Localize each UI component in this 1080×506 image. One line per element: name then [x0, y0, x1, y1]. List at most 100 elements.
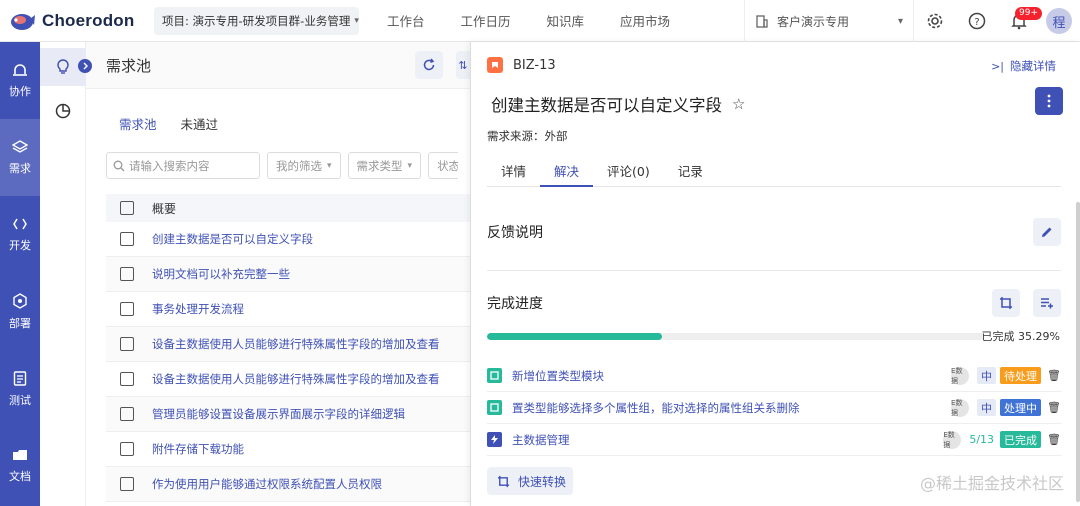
table-row[interactable]: 管理员能够设置设备展示界面展示字段的详细逻辑: [106, 397, 470, 432]
settings-button[interactable]: [914, 0, 956, 42]
filter-bar: 请输入搜索内容 我的筛选 ▾ 需求类型 ▾ 状态: [106, 152, 459, 179]
row-checkbox[interactable]: [120, 267, 134, 281]
linked-issue-title[interactable]: 新增位置类型模块: [512, 368, 604, 384]
header-more-button[interactable]: ⇅: [456, 51, 470, 79]
row-checkbox[interactable]: [120, 337, 134, 351]
row-summary[interactable]: 说明文档可以补充完整一些: [152, 266, 290, 282]
collapse-menu-button[interactable]: [78, 59, 92, 73]
story-icon: [487, 400, 502, 415]
analysis-menu[interactable]: [40, 92, 86, 130]
help-icon: ?: [968, 12, 986, 30]
project-select[interactable]: 项目: 演示专用-研发项目群-业务管理 ▾: [154, 6, 359, 35]
row-summary[interactable]: 创建主数据是否可以自定义字段: [152, 231, 313, 247]
brand-name: Choerodon: [42, 10, 135, 30]
crop-icon: [1000, 297, 1012, 309]
linked-issue-title[interactable]: 置类型能够选择多个属性组，能对选择的属性组关系删除: [512, 400, 800, 416]
delete-link-icon[interactable]: 🗑: [1047, 369, 1061, 382]
nav-knowledge[interactable]: 知识库: [529, 11, 603, 30]
brand[interactable]: Choerodon: [0, 7, 146, 35]
sidebar-item-collab[interactable]: 协作: [0, 42, 40, 119]
linked-issue-row[interactable]: 主数据管理 E数据 5/13 已完成 🗑: [487, 424, 1061, 456]
tab-pool[interactable]: 需求池: [119, 114, 157, 133]
quick-convert-button[interactable]: 快速转换: [487, 467, 573, 495]
sidebar-item-docs[interactable]: 文档: [0, 427, 40, 504]
hide-detail-button[interactable]: >| 隐藏详情: [991, 58, 1056, 74]
crop-button[interactable]: [992, 289, 1020, 317]
filter-my[interactable]: 我的筛选 ▾: [267, 152, 341, 179]
scrollbar[interactable]: [1076, 202, 1080, 502]
progress-count: 5/13: [969, 433, 995, 446]
gear-icon: [927, 13, 943, 29]
row-summary[interactable]: 设备主数据使用人员能够进行特殊属性字段的增加及查看: [152, 336, 440, 352]
table-row[interactable]: 附件存储下载功能: [106, 432, 470, 467]
assignee-avatar: E数据: [943, 430, 962, 449]
help-button[interactable]: ?: [956, 0, 998, 42]
test-icon: [13, 370, 27, 386]
table-row[interactable]: 创建主数据是否可以自定义字段: [106, 222, 470, 257]
row-checkbox[interactable]: [120, 407, 134, 421]
tab-rejected[interactable]: 未通过: [181, 114, 219, 133]
settings-icon: ⇅: [458, 58, 468, 72]
table-row[interactable]: 设备主数据使用人员能够进行特殊属性字段的增加及查看: [106, 362, 470, 397]
lightbulb-icon: [57, 59, 69, 74]
tab-comments[interactable]: 评论(0): [593, 150, 664, 187]
sidebar-item-requirements[interactable]: 需求: [0, 119, 40, 196]
linked-issue-title[interactable]: 主数据管理: [512, 432, 570, 448]
more-actions-button[interactable]: [1035, 87, 1063, 115]
linked-issue-meta: E数据 5/13 已完成 🗑: [943, 430, 1061, 449]
row-checkbox[interactable]: [120, 302, 134, 316]
row-summary[interactable]: 事务处理开发流程: [152, 301, 244, 317]
sidebar-item-label: 文档: [9, 469, 31, 483]
issue-summary-text[interactable]: 创建主数据是否可以自定义字段: [491, 92, 722, 116]
refresh-button[interactable]: [415, 51, 443, 79]
notification-badge: 99+: [1015, 7, 1042, 20]
edit-feedback-button[interactable]: [1033, 218, 1061, 246]
sidebar-item-deploy[interactable]: 部署: [0, 273, 40, 350]
search-input[interactable]: 请输入搜索内容: [106, 152, 260, 179]
row-summary[interactable]: 附件存储下载功能: [152, 441, 244, 457]
row-checkbox[interactable]: [120, 442, 134, 456]
chevron-right-icon: [83, 62, 88, 70]
linked-issue-row[interactable]: 置类型能够选择多个属性组，能对选择的属性组关系删除 E数据 中 处理中 🗑: [487, 392, 1061, 424]
table-row[interactable]: 说明文档可以补充完整一些: [106, 257, 470, 292]
table-row[interactable]: 设备主数据使用人员能够进行特殊属性字段的增加及查看: [106, 327, 470, 362]
filter-type[interactable]: 需求类型 ▾: [347, 152, 422, 179]
linked-issue-row[interactable]: 新增位置类型模块 E数据 中 待处理 🗑: [487, 360, 1061, 392]
assignee-avatar: E数据: [951, 366, 970, 385]
tab-detail[interactable]: 详情: [487, 150, 540, 187]
tab-resolve[interactable]: 解决: [540, 150, 594, 187]
row-summary[interactable]: 管理员能够设置设备展示界面展示字段的详细逻辑: [152, 406, 405, 422]
nav-workbench[interactable]: 工作台: [369, 11, 443, 30]
tab-history[interactable]: 记录: [664, 150, 717, 187]
filter-status[interactable]: 状态: [428, 152, 459, 179]
row-summary[interactable]: 作为使用用户能够通过权限系统配置人员权限: [152, 476, 382, 492]
requirement-table: 概要 创建主数据是否可以自定义字段 说明文档可以补充完整一些 事务处理开发流程 …: [106, 194, 470, 502]
row-checkbox[interactable]: [120, 372, 134, 386]
table-row[interactable]: 事务处理开发流程: [106, 292, 470, 327]
avatar[interactable]: 程: [1046, 8, 1072, 34]
sidebar-item-test[interactable]: 测试: [0, 350, 40, 427]
add-item-button[interactable]: [1033, 289, 1061, 317]
delete-link-icon[interactable]: 🗑: [1047, 433, 1061, 446]
nav-calendar[interactable]: 工作日历: [443, 11, 529, 30]
nav-market[interactable]: 应用市场: [602, 11, 688, 30]
table-row[interactable]: 作为使用用户能够通过权限系统配置人员权限: [106, 467, 470, 502]
sidebar-item-dev[interactable]: 开发: [0, 196, 40, 273]
row-checkbox[interactable]: [120, 477, 134, 491]
row-checkbox[interactable]: [120, 232, 134, 246]
row-summary[interactable]: 设备主数据使用人员能够进行特殊属性字段的增加及查看: [152, 371, 440, 387]
status-badge: 已完成: [1000, 431, 1042, 448]
top-bar: Choerodon 项目: 演示专用-研发项目群-业务管理 ▾ 工作台 工作日历…: [0, 0, 1080, 42]
select-all-checkbox[interactable]: [120, 201, 134, 215]
svg-text:?: ?: [974, 17, 979, 28]
sidebar-item-label: 需求: [9, 161, 31, 175]
sidebar-item-label: 协作: [9, 84, 31, 98]
progress-label: 已完成 35.29%: [981, 330, 1060, 343]
issue-key[interactable]: BIZ-13: [513, 58, 556, 73]
secondary-menu: [40, 42, 86, 506]
star-icon[interactable]: ☆: [732, 95, 745, 113]
more-vertical-icon: [1047, 94, 1051, 108]
top-nav: 工作台 工作日历 知识库 应用市场: [369, 11, 688, 30]
delete-link-icon[interactable]: 🗑: [1047, 401, 1061, 414]
org-select[interactable]: 客户演示专用 ▾: [744, 0, 914, 42]
